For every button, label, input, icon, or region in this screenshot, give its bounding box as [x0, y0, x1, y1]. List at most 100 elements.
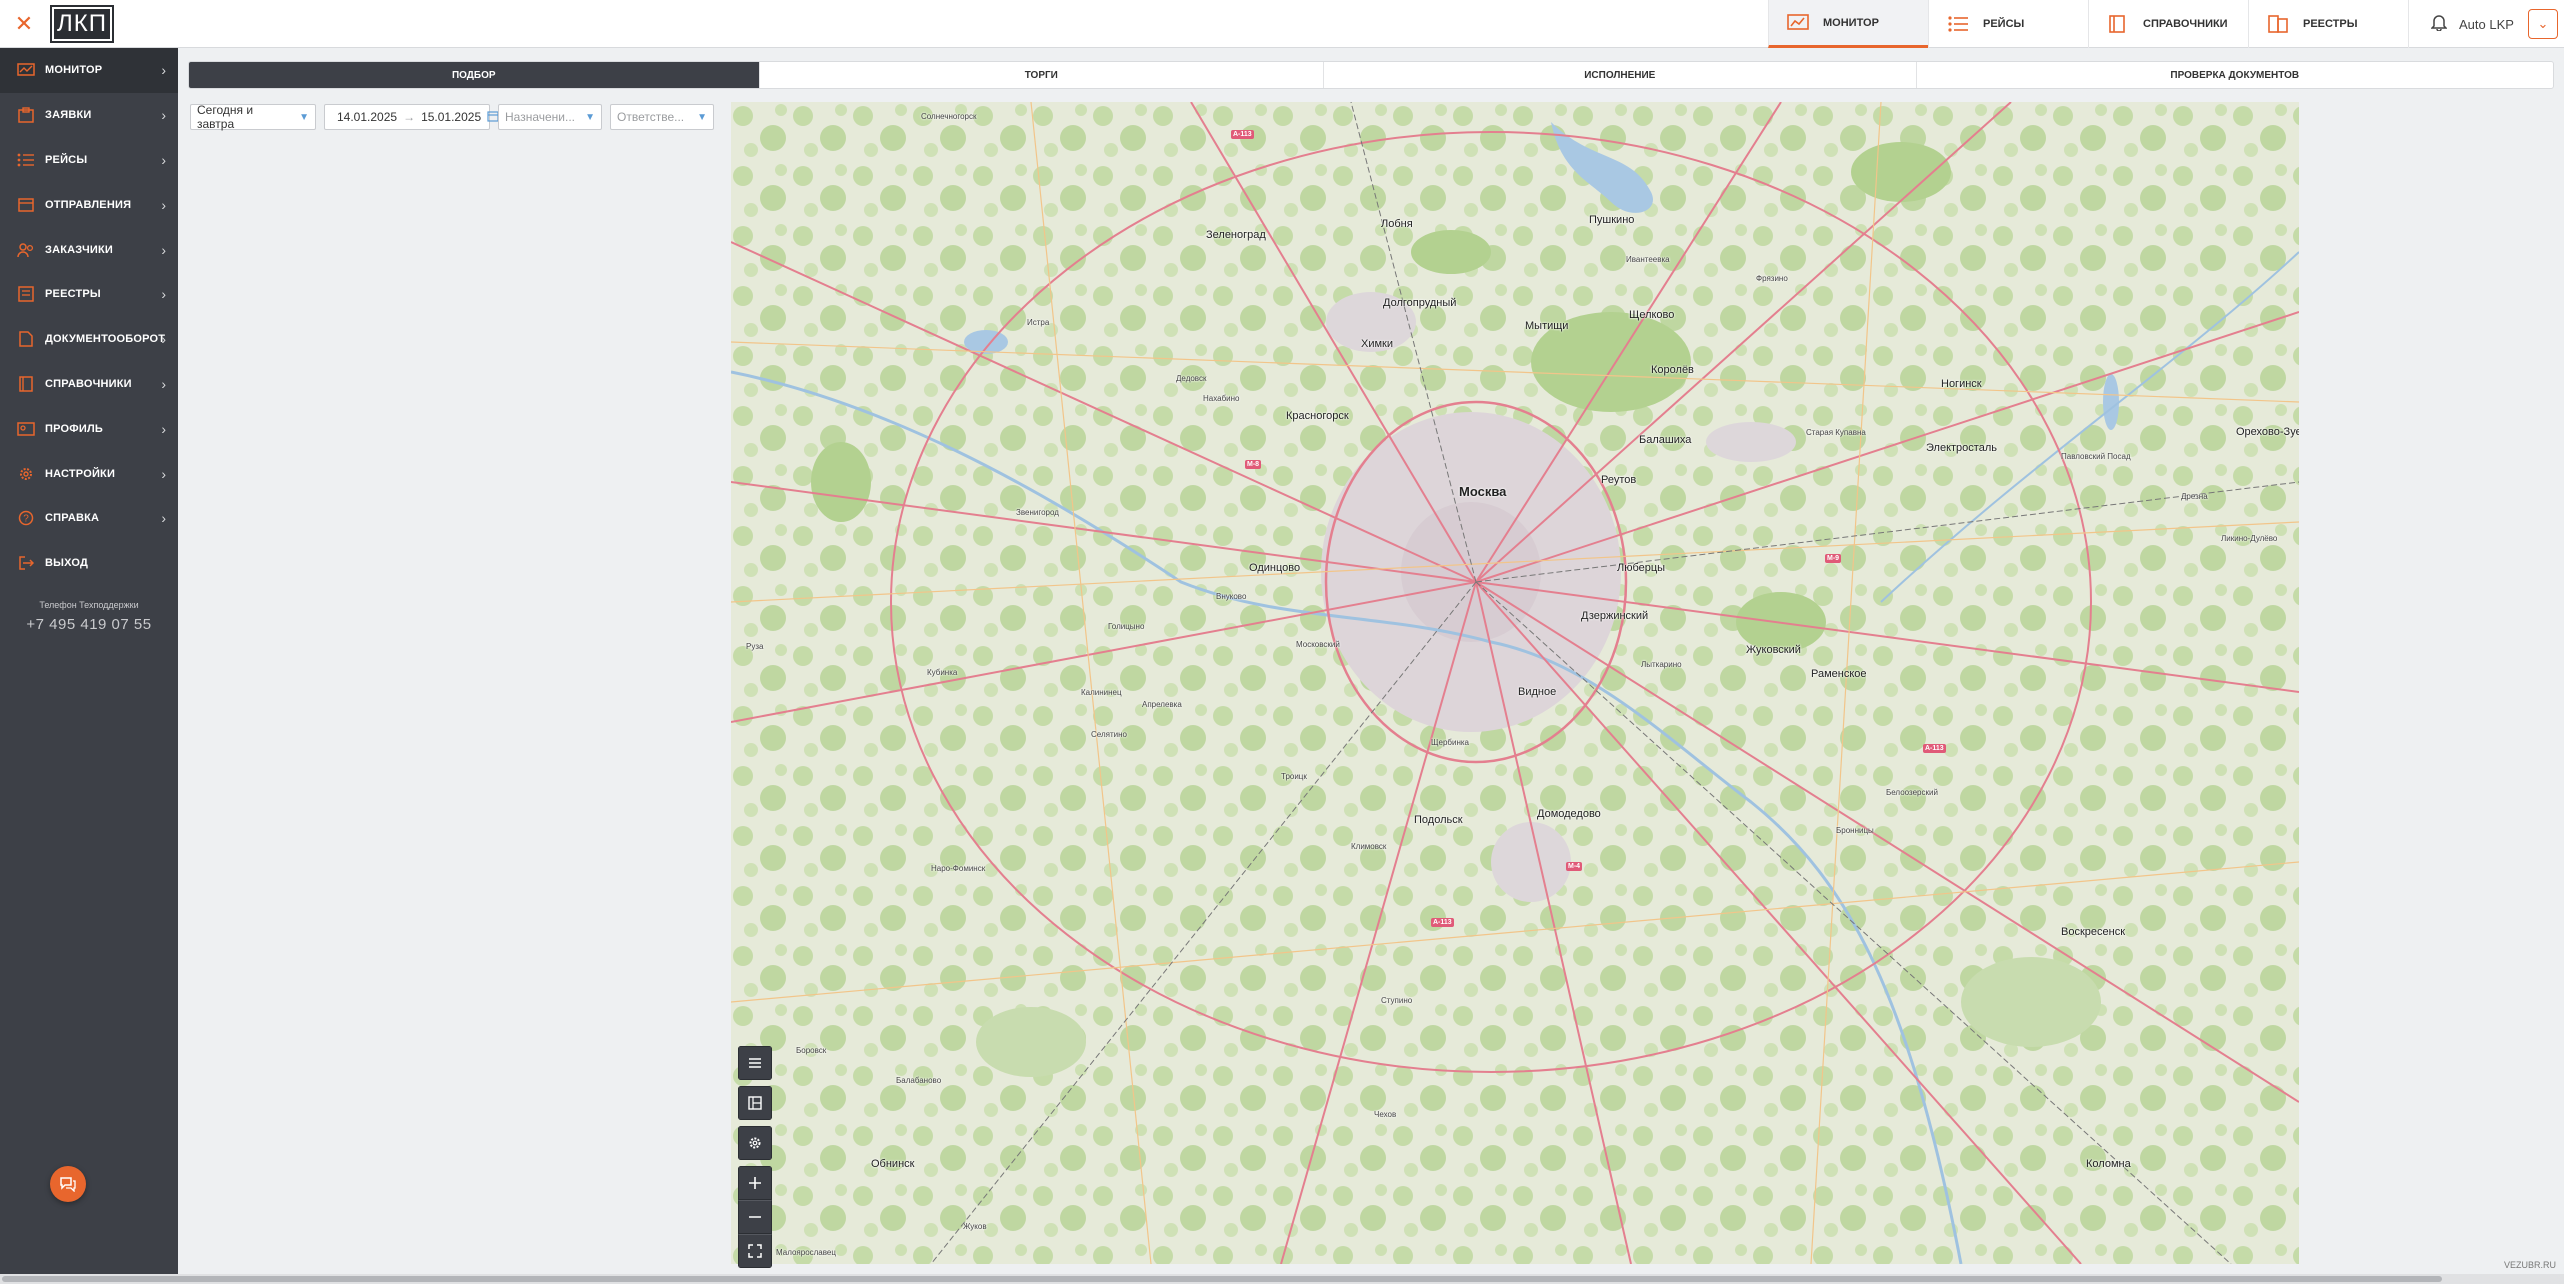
zoom-out-icon[interactable] — [738, 1200, 772, 1234]
menu-icon[interactable] — [738, 1046, 772, 1080]
map-town-label: Солнечногорск — [921, 112, 977, 121]
scrollbar-thumb[interactable] — [2, 1276, 2442, 1282]
map-city-label: Долгопрудный — [1383, 297, 1457, 309]
sidebar-item-trips[interactable]: РЕЙСЫ › — [0, 138, 178, 183]
date-to: 15.01.2025 — [421, 110, 482, 124]
sidebar-item-customers[interactable]: ЗАКАЗЧИКИ › — [0, 227, 178, 272]
close-icon[interactable]: ✕ — [10, 10, 38, 38]
sidebar-item-requests[interactable]: ЗАЯВКИ › — [0, 93, 178, 138]
map-town-label: Дедовск — [1176, 374, 1207, 383]
topnav-references[interactable]: СПРАВОЧНИКИ — [2088, 0, 2248, 48]
sidebar-item-label: ОТПРАВЛЕНИЯ — [45, 198, 132, 211]
topnav-trips[interactable]: РЕЙСЫ — [1928, 0, 2088, 48]
map-town-label: Малоярославец — [776, 1248, 836, 1257]
requests-icon — [16, 106, 36, 124]
sidebar-item-registries[interactable]: РЕЕСТРЫ › — [0, 272, 178, 317]
map[interactable]: Москва Зеленоград Долгопрудный Химки Мыт… — [731, 102, 2299, 1264]
map-city-label: Люберцы — [1617, 562, 1666, 574]
user-name[interactable]: Auto LKP — [2459, 17, 2514, 32]
logo[interactable]: ЛКП — [50, 5, 114, 43]
map-city-label: Ногинск — [1941, 378, 1982, 390]
tab-selection[interactable]: ПОДБОР — [189, 62, 759, 88]
settings-icon[interactable] — [738, 1126, 772, 1160]
sidebar-item-profile[interactable]: ПРОФИЛЬ › — [0, 406, 178, 451]
horizontal-scrollbar[interactable] — [0, 1274, 2564, 1284]
map-town-label: Внуково — [1216, 592, 1247, 601]
map-town-label: Руза — [746, 642, 764, 651]
chevron-down-icon[interactable]: ⌄ — [2527, 9, 2558, 39]
tab-auctions[interactable]: ТОРГИ — [758, 62, 1324, 88]
map-city-label: Подольск — [1414, 814, 1463, 826]
sidebar-item-label: НАСТРОЙКИ — [45, 467, 116, 480]
zoom-in-icon[interactable] — [738, 1166, 772, 1200]
sidebar-item-help[interactable]: ? СПРАВКА › — [0, 496, 178, 541]
chevron-right-icon: › — [161, 107, 166, 124]
responsible-select[interactable]: Ответстве... ▼ — [610, 104, 714, 130]
sidebar-item-shipments[interactable]: ОТПРАВЛЕНИЯ › — [0, 182, 178, 227]
map-city-label: Пушкино — [1589, 214, 1635, 226]
monitor-icon — [16, 61, 36, 79]
chevron-right-icon: › — [161, 375, 166, 392]
chevron-right-icon: › — [161, 62, 166, 79]
topnav-registries[interactable]: РЕЕСТРЫ — [2248, 0, 2408, 48]
sidebar-item-monitor[interactable]: МОНИТОР › — [0, 48, 178, 93]
road-label: A-113 — [1431, 918, 1454, 927]
road-label: M-9 — [1825, 554, 1842, 563]
period-select[interactable]: Сегодня и завтра ▼ — [190, 103, 316, 131]
tab-execution[interactable]: ИСПОЛНЕНИЕ — [1323, 62, 1916, 88]
map-city-label: Зеленоград — [1206, 229, 1266, 241]
map-city-label: Воскресенск — [2061, 926, 2126, 938]
map-town-label: Нахабино — [1203, 394, 1240, 403]
support-title: Телефон Техподдержки — [39, 599, 139, 610]
sidebar-item-label: ЗАКАЗЧИКИ — [45, 243, 114, 256]
sidebar-item-label: ДОКУМЕНТООБОРОТ — [45, 333, 166, 346]
sidebar: МОНИТОР › ЗАЯВКИ › РЕЙСЫ › ОТПРАВЛЕНИЯ ›… — [0, 48, 178, 1284]
main-tabs: ПОДБОР ТОРГИ ИСПОЛНЕНИЕ ПРОВЕРКА ДОКУМЕН… — [188, 61, 2554, 89]
map-city-label: Реутов — [1601, 474, 1637, 486]
map-city-label: Электросталь — [1926, 442, 1997, 454]
gear-icon — [16, 465, 36, 483]
map-city-label: Красногорск — [1286, 410, 1349, 422]
map-town-label: Старая Купавна — [1806, 428, 1866, 437]
topnav-label: РЕЙСЫ — [1983, 18, 2025, 30]
map-town-label: Ступино — [1381, 996, 1413, 1005]
bell-icon[interactable] — [2430, 13, 2448, 36]
sidebar-item-logout[interactable]: ВЫХОД — [0, 541, 178, 586]
map-town-label: Чехов — [1374, 1110, 1397, 1119]
assignment-select[interactable]: Назначени... ▼ — [498, 104, 602, 130]
date-range-picker[interactable]: 14.01.2025 → 15.01.2025 — [324, 104, 499, 130]
topnav-monitor[interactable]: МОНИТОР — [1768, 0, 1928, 48]
map-town-label: Лыткарино — [1641, 660, 1682, 669]
chevron-right-icon: › — [161, 510, 166, 527]
map-city-label: Обнинск — [871, 1158, 915, 1170]
chat-button[interactable] — [50, 1166, 86, 1202]
map-city-label: Щелково — [1629, 309, 1675, 321]
customers-icon — [16, 241, 36, 259]
sidebar-item-label: ВЫХОД — [45, 557, 89, 570]
shipments-icon — [16, 196, 36, 214]
svg-text:?: ? — [23, 514, 29, 525]
map-city-label: Жуковский — [1746, 644, 1801, 656]
fullscreen-icon[interactable] — [738, 1234, 772, 1268]
list-icon — [1947, 15, 1969, 33]
period-value: Сегодня и завтра — [197, 103, 254, 131]
user-area: Auto LKP ⌄ — [2408, 0, 2564, 48]
map-town-label: Ивантеевка — [1626, 255, 1670, 264]
documents-icon — [16, 330, 36, 348]
chevron-down-icon: ▼ — [299, 111, 309, 123]
tab-document-check[interactable]: ПРОВЕРКА ДОКУМЕНТОВ — [1915, 62, 2553, 88]
chevron-right-icon: › — [161, 286, 166, 303]
layers-icon[interactable] — [738, 1086, 772, 1120]
map-town-label: Троицк — [1281, 772, 1307, 781]
top-navigation: МОНИТОР РЕЙСЫ СПРАВОЧНИКИ РЕЕСТРЫ Auto L… — [1768, 0, 2564, 48]
sidebar-item-references[interactable]: СПРАВОЧНИКИ › — [0, 362, 178, 407]
map-controls — [738, 1046, 772, 1274]
map-city-label: Королёв — [1651, 364, 1694, 376]
sidebar-item-documents[interactable]: ДОКУМЕНТООБОРОТ › — [0, 317, 178, 362]
map-city-label: Домодедово — [1537, 808, 1601, 820]
support-phone[interactable]: +7 495 419 07 55 — [0, 616, 178, 633]
topnav-label: МОНИТОР — [1823, 16, 1879, 29]
attribution[interactable]: VEZUBR.RU — [2504, 1260, 2556, 1270]
map-city-label: Видное — [1518, 686, 1557, 698]
sidebar-item-settings[interactable]: НАСТРОЙКИ › — [0, 451, 178, 496]
